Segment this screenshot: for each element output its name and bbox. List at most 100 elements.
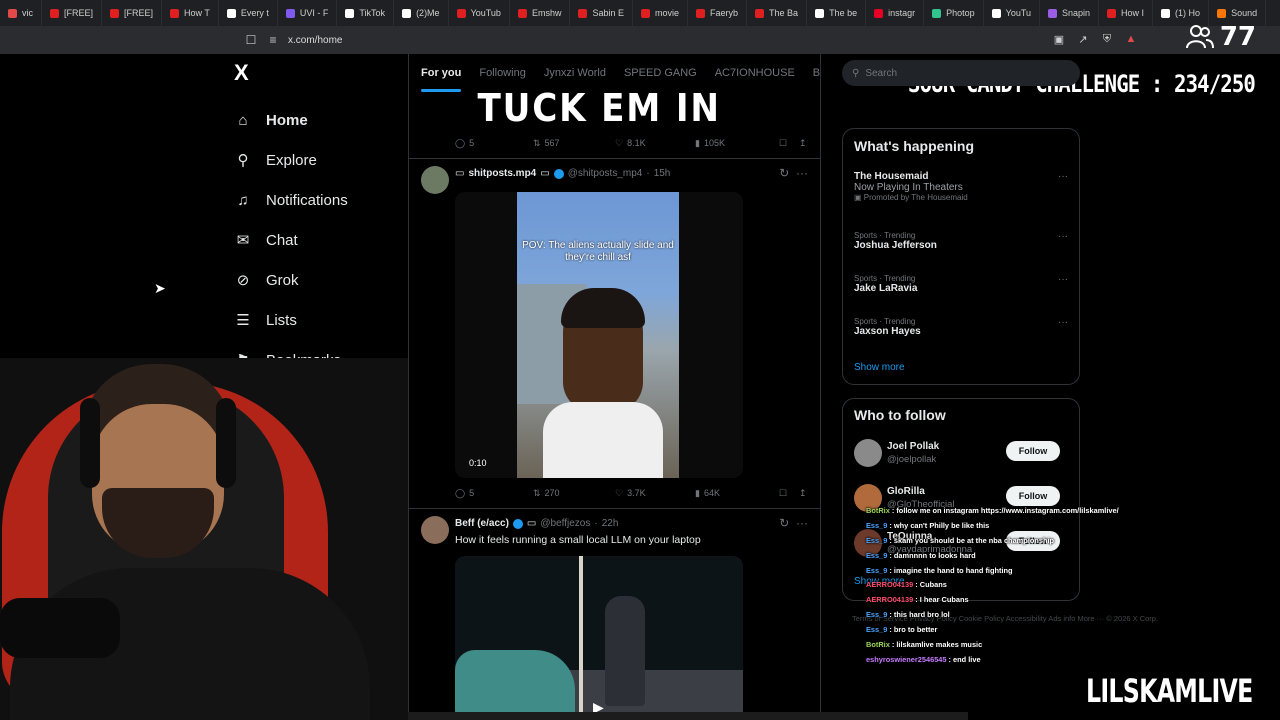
views-button[interactable]: ▮ 64K [695,488,779,499]
like-button[interactable]: ♡ 8.1K [615,138,695,149]
avatar[interactable] [854,439,882,467]
browser-tab[interactable]: instagr [866,0,925,26]
more-options-icon[interactable]: ··· [1058,171,1068,182]
chart-icon: ▮ [695,487,700,498]
browser-tab[interactable]: How T [162,0,219,26]
heart-icon: ♡ [615,137,624,148]
view-count: 64K [703,488,720,498]
feed-tab[interactable]: SPEED GANG [624,67,697,79]
browser-tab[interactable]: YouTu [984,0,1040,26]
repost-button[interactable]: ⇅ 567 [533,138,615,149]
more-options-icon[interactable]: ↻ ··· [779,166,808,180]
feed-tab[interactable]: AC7IONHOUSE [715,67,795,79]
people-icon [1185,25,1214,49]
url-field[interactable]: x.com/home [288,35,342,46]
author-name[interactable]: Beff (e/acc) [455,518,509,529]
nav-item-grok[interactable]: ⊘ Grok [234,260,404,300]
browser-tab[interactable]: Faeryb [688,0,748,26]
share-button[interactable]: ↥ [799,488,807,499]
tab-favicon-icon [285,8,295,18]
nav-item-notifications[interactable]: ♫ Notifications [234,180,404,220]
feed-tab[interactable]: Following [479,67,525,79]
emoji-icon: ▭ [540,168,550,179]
post-divider [409,158,820,159]
repost-button[interactable]: ⇅ 270 [533,488,615,499]
more-options-icon[interactable]: ··· [1058,231,1068,242]
share-icon: ↥ [799,487,807,498]
share-icon[interactable]: ↗ [1074,30,1092,48]
author-handle[interactable]: @beffjezos [540,518,590,529]
browser-tab[interactable]: (2)Me [394,0,449,26]
browser-tab[interactable]: TikTok [337,0,395,26]
feed-tab[interactable]: Jynxzi World [544,67,606,79]
trend-item[interactable]: Sports · Trending Jaxson Hayes ··· [854,317,1070,337]
tab-label: Snapin [1062,8,1091,18]
browser-tab[interactable]: [FREE] [42,0,103,26]
browser-tab[interactable]: UVI - F [278,0,338,26]
bookmark-button[interactable]: ☐ [779,138,799,149]
cast-icon[interactable]: ▣ [1050,30,1068,48]
tab-favicon-icon [402,8,412,18]
browser-tab[interactable]: Snapin [1040,0,1100,26]
post-video[interactable]: POV: The aliens actually slide and they'… [455,192,743,478]
like-count: 3.7K [627,488,646,498]
browser-tab[interactable]: How I [1099,0,1154,26]
browser-tab[interactable]: The be [807,0,867,26]
browser-tab[interactable]: Photop [924,0,984,26]
tab-label: The be [829,8,858,18]
bookmark-button[interactable]: ☐ [779,488,799,499]
suggestion-name[interactable]: Joel Pollak [887,441,939,452]
nav-item-chat[interactable]: ✉ Chat [234,220,404,260]
bookmark-page-icon[interactable]: ☐ [240,29,262,51]
views-button[interactable]: ▮ 105K [695,138,779,149]
shirt-image [543,402,663,478]
feed-tab[interactable]: B [813,67,820,79]
follow-suggestion[interactable]: Joel Pollak @joelpollak Follow [854,439,1070,471]
like-button[interactable]: ♡ 3.7K [615,488,695,499]
search-input[interactable]: ⚲ Search [842,60,1080,86]
browser-tab[interactable]: movie [633,0,689,26]
post-time[interactable]: 15h [654,168,671,179]
site-settings-icon[interactable]: ≡ [262,29,284,51]
chat-message: BotRix: lilskamlive makes music [866,640,1146,655]
nav-item-home[interactable]: ⌂ Home [234,100,404,140]
browser-tab[interactable]: Every t [219,0,278,26]
suggestion-name[interactable]: GloRilla [887,486,925,497]
video-frame: POV: The aliens actually slide and they'… [517,192,679,478]
feed-tab[interactable]: For you [421,67,462,92]
browser-tab[interactable]: [FREE] [102,0,163,26]
affiliate-badge-icon: ▭ [526,518,537,529]
browser-tab[interactable]: The Ba [747,0,808,26]
follow-button[interactable]: Follow [1006,486,1060,506]
show-more-link[interactable]: Show more [854,362,905,373]
author-handle[interactable]: @shitposts_mp4 [568,168,643,179]
reply-button[interactable]: ◯ 5 [455,138,533,149]
brave-shield-icon[interactable]: ⛨ [1098,30,1116,48]
post-time[interactable]: 22h [602,518,619,529]
more-options-icon[interactable]: ↻ ··· [779,516,808,530]
more-options-icon[interactable]: ··· [1058,317,1068,328]
trend-item[interactable]: Sports · Trending Jake LaRavia ··· [854,274,1070,294]
tab-label: UVI - F [299,8,329,18]
avatar[interactable] [421,516,449,544]
post-video[interactable]: ▶ [455,556,743,720]
browser-tab[interactable]: YouTub [449,0,510,26]
avatar[interactable] [421,166,449,194]
author-name[interactable]: shitposts.mp4 [468,168,536,179]
verified-icon [553,168,564,179]
nav-item-explore[interactable]: ⚲ Explore [234,140,404,180]
reply-button[interactable]: ◯ 5 [455,488,533,499]
promoted-trend[interactable]: The Housemaid Now Playing In Theaters ▣ … [854,171,1070,202]
extension-icon[interactable]: ▲ [1122,30,1140,48]
nav-item-lists[interactable]: ☰ Lists [234,300,404,340]
follow-button[interactable]: Follow [1006,441,1060,461]
share-button[interactable]: ↥ [799,138,807,149]
browser-tab[interactable]: Emshw [510,0,571,26]
promoted-by: Promoted by The Housemaid [863,193,968,202]
x-logo[interactable]: X [234,62,256,84]
browser-tab[interactable]: vic [0,0,42,26]
tab-favicon-icon [1217,8,1227,18]
browser-tab[interactable]: Sabin E [570,0,633,26]
more-options-icon[interactable]: ··· [1058,274,1068,285]
trend-item[interactable]: Sports · Trending Joshua Jefferson ··· [854,231,1070,251]
